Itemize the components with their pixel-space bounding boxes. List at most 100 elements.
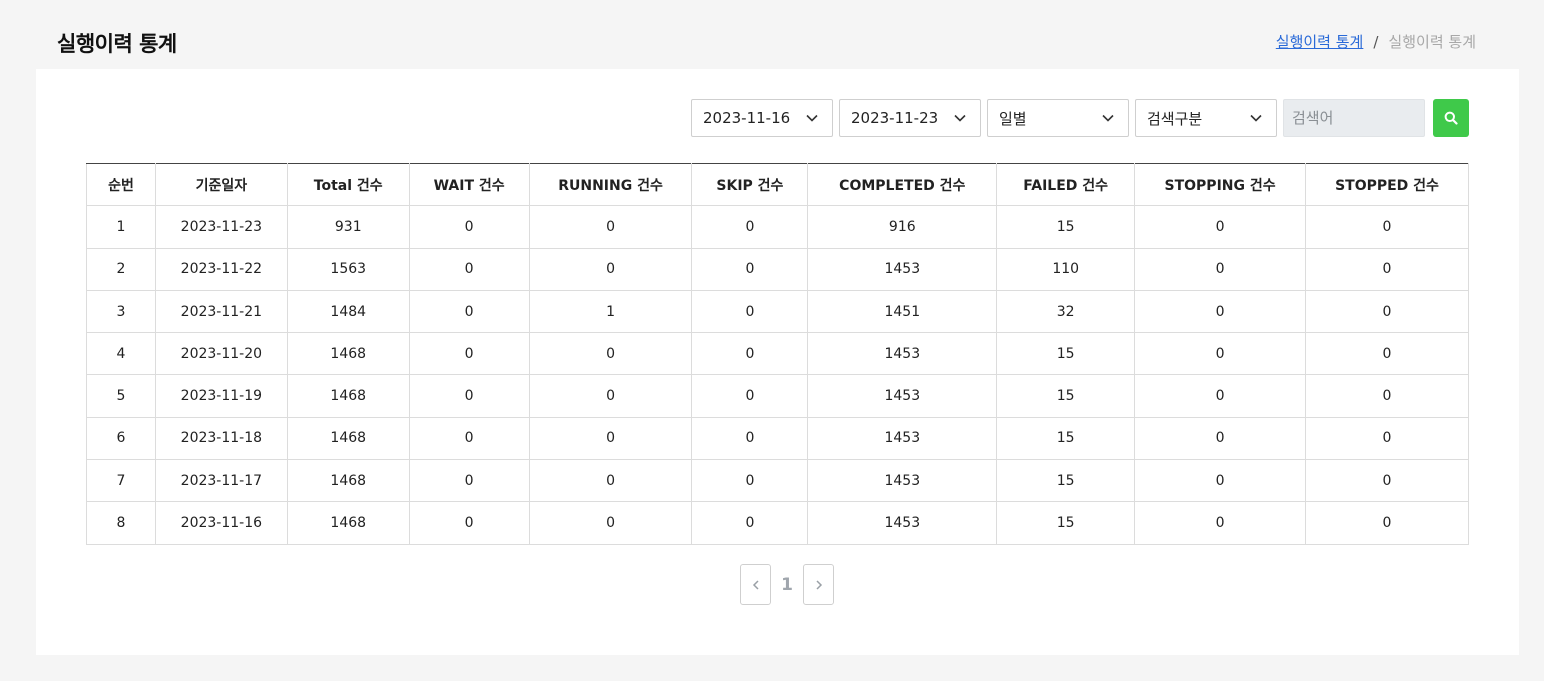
table-cell: 931 [286, 205, 410, 249]
next-page-button[interactable] [803, 564, 834, 605]
table-cell: 1453 [807, 501, 998, 545]
start-date-select[interactable]: 2023-11-16 [691, 99, 833, 137]
table-cell: 15 [996, 416, 1136, 461]
prev-page-button[interactable] [740, 564, 771, 605]
table-row: 5 2023-11-19 1468 0 0 0 1453 15 0 0 [86, 374, 1469, 418]
table-cell: 15 [996, 374, 1136, 418]
table-cell: 1468 [286, 374, 410, 418]
table-cell: 0 [1134, 459, 1307, 503]
pagination: 1 [740, 564, 834, 605]
column-header: STOPPING 건수 [1134, 162, 1307, 207]
table-cell: 0 [408, 416, 530, 461]
stats-table: 순번 기준일자 Total 건수 WAIT 건수 RUNNING 건수 SKIP… [86, 162, 1469, 545]
page-header: 실행이력 통계 실행이력 통계 / 실행이력 통계 [0, 0, 1544, 69]
table-cell: 1468 [286, 459, 410, 503]
table-cell: 0 [1305, 501, 1469, 545]
table-cell: 1 [86, 205, 156, 249]
page-number[interactable]: 1 [771, 575, 803, 595]
breadcrumb: 실행이력 통계 / 실행이력 통계 [1276, 31, 1476, 52]
table-cell: 0 [1134, 205, 1307, 249]
table-cell: 0 [408, 332, 530, 376]
table-cell: 2023-11-23 [154, 205, 288, 249]
table-cell: 1451 [807, 289, 998, 334]
column-header: SKIP 건수 [691, 162, 809, 207]
search-input[interactable] [1283, 99, 1425, 137]
table-row: 4 2023-11-20 1468 0 0 0 1453 15 0 0 [86, 332, 1469, 376]
search-button[interactable] [1433, 99, 1469, 137]
table-cell: 0 [691, 332, 809, 376]
table-cell: 8 [86, 501, 156, 545]
table-cell: 0 [691, 289, 809, 334]
table-cell: 0 [1134, 332, 1307, 376]
table-cell: 0 [1134, 416, 1307, 461]
table-cell: 110 [996, 247, 1136, 291]
table-cell: 1453 [807, 416, 998, 461]
table-cell: 32 [996, 289, 1136, 334]
table-row: 2 2023-11-22 1563 0 0 0 1453 110 0 0 [86, 247, 1469, 291]
table-cell: 0 [408, 247, 530, 291]
breadcrumb-link[interactable]: 실행이력 통계 [1276, 31, 1364, 52]
table-cell: 7 [86, 459, 156, 503]
column-header: WAIT 건수 [408, 162, 530, 207]
table-cell: 2023-11-17 [154, 459, 288, 503]
search-type-value: 검색구분 [1147, 109, 1203, 128]
table-cell: 4 [86, 332, 156, 376]
table-cell: 15 [996, 501, 1136, 545]
table-cell: 0 [408, 374, 530, 418]
table-cell: 0 [528, 459, 693, 503]
filter-bar: 2023-11-16 2023-11-23 일별 검색구분 [691, 99, 1469, 137]
chevron-left-icon [752, 579, 759, 590]
table-cell: 1468 [286, 332, 410, 376]
table-row: 8 2023-11-16 1468 0 0 0 1453 15 0 0 [86, 501, 1469, 545]
table-cell: 0 [691, 205, 809, 249]
search-type-select[interactable]: 검색구분 [1135, 99, 1277, 137]
table-cell: 1453 [807, 247, 998, 291]
table-cell: 0 [1305, 289, 1469, 334]
table-cell: 0 [1305, 459, 1469, 503]
column-header: FAILED 건수 [996, 162, 1136, 207]
table-cell: 2023-11-19 [154, 374, 288, 418]
table-cell: 0 [691, 247, 809, 291]
period-select[interactable]: 일별 [987, 99, 1129, 137]
table-cell: 0 [691, 416, 809, 461]
table-cell: 0 [528, 247, 693, 291]
table-row: 6 2023-11-18 1468 0 0 0 1453 15 0 0 [86, 416, 1469, 461]
column-header: 순번 [86, 162, 156, 207]
table-cell: 0 [1305, 247, 1469, 291]
table-cell: 0 [1134, 501, 1307, 545]
table-cell: 0 [528, 332, 693, 376]
table-cell: 2023-11-20 [154, 332, 288, 376]
table-row: 1 2023-11-23 931 0 0 0 916 15 0 0 [86, 205, 1469, 249]
table-cell: 0 [1305, 416, 1469, 461]
end-date-select[interactable]: 2023-11-23 [839, 99, 981, 137]
table-cell: 0 [1134, 374, 1307, 418]
column-header: 기준일자 [154, 162, 288, 207]
table-cell: 1468 [286, 416, 410, 461]
table-cell: 1453 [807, 332, 998, 376]
chevron-down-icon [1102, 114, 1114, 122]
table-body: 1 2023-11-23 931 0 0 0 916 15 0 0 2 2023-11-22 1563 0… [86, 205, 1469, 545]
column-header: Total 건수 [286, 162, 410, 207]
table-cell: 2023-11-21 [154, 289, 288, 334]
table-cell: 0 [408, 501, 530, 545]
table-cell: 0 [1134, 289, 1307, 334]
table-cell: 5 [86, 374, 156, 418]
table-cell: 0 [528, 416, 693, 461]
chevron-down-icon [1250, 114, 1262, 122]
column-header: COMPLETED 건수 [807, 162, 998, 207]
column-header: RUNNING 건수 [528, 162, 693, 207]
table-cell: 2023-11-18 [154, 416, 288, 461]
table-cell: 1484 [286, 289, 410, 334]
content-panel: 2023-11-16 2023-11-23 일별 검색구분 검색어 순번 기준일… [36, 69, 1519, 655]
table-header-row: 순번 기준일자 Total 건수 WAIT 건수 RUNNING 건수 SKIP… [86, 162, 1469, 207]
table-cell: 0 [528, 205, 693, 249]
table-cell: 6 [86, 416, 156, 461]
table-cell: 0 [1134, 247, 1307, 291]
table-cell: 0 [691, 459, 809, 503]
chevron-right-icon [815, 579, 822, 590]
column-header: STOPPED 건수 [1305, 162, 1469, 207]
table-row: 3 2023-11-21 1484 0 1 0 1451 32 0 0 [86, 289, 1469, 334]
breadcrumb-current: 실행이력 통계 [1388, 33, 1476, 51]
table-cell: 0 [528, 501, 693, 545]
chevron-down-icon [954, 114, 966, 122]
